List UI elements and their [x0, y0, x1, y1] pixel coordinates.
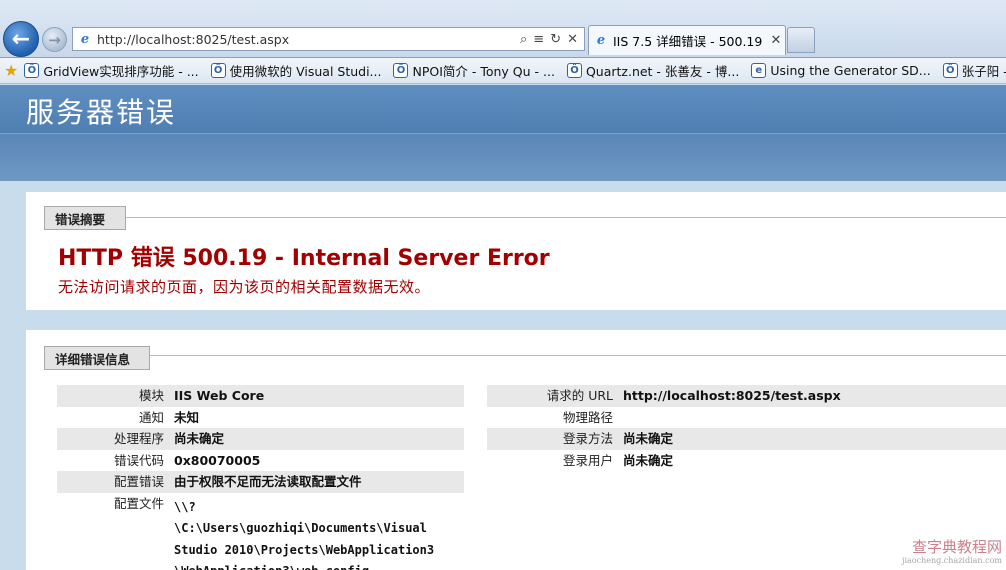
table-row: 登录方法 尚未确定: [487, 428, 1006, 450]
favorite-item[interactable]: Ö NPOI简介 - Tony Qu - ...: [393, 61, 555, 80]
new-tab-button[interactable]: [787, 27, 815, 53]
refresh-icon[interactable]: ↻: [550, 32, 561, 47]
blog-icon: Ö: [210, 63, 226, 78]
blog-icon: Ö: [566, 63, 582, 78]
header-band: [0, 133, 1006, 181]
page-icon: e: [80, 31, 90, 47]
favorite-item[interactable]: Ö GridView实现排序功能 - ...: [24, 61, 199, 80]
error-summary-panel: 错误摘要 HTTP 错误 500.19 - Internal Server Er…: [26, 192, 1006, 310]
forward-button[interactable]: →: [42, 27, 67, 52]
table-row: 登录用户 尚未确定: [562, 452, 674, 468]
details-table-left: 模块 IIS Web Core 通知 未知 处理程序 尚未确定 错误代码 0x80070…: [57, 385, 464, 570]
details-legend: 详细错误信息: [44, 346, 150, 370]
table-row: 处理程序 尚未确定: [57, 428, 464, 450]
page-title: 服务器错误: [26, 96, 177, 129]
search-icon[interactable]: ⌕: [520, 32, 527, 47]
address-bar[interactable]: e http://localhost:8025/test.aspx ⌕ ≡ ↻ …: [72, 27, 585, 51]
error-title: HTTP 错误 500.19 - Internal Server Error: [58, 246, 550, 271]
tab-close-icon[interactable]: ✕: [767, 33, 785, 48]
table-row: 错误代码 0x80070005: [113, 452, 261, 468]
table-row: 配置文件 \\? \C:\Users\guozhiqi\Documents\Vis…: [57, 493, 464, 570]
blog-icon: Ö: [24, 63, 40, 78]
divider: [44, 217, 1006, 218]
compat-view-icon[interactable]: ≡: [533, 32, 544, 47]
blog-icon: Ö: [942, 63, 958, 78]
table-row: 请求的 URL http://localhost:8025/test.aspx: [487, 385, 1006, 407]
address-text[interactable]: http://localhost:8025/test.aspx: [97, 32, 520, 47]
details-table-right: 请求的 URL http://localhost:8025/test.aspx 物…: [487, 385, 1006, 471]
favorites-bar: ★ Ö GridView实现排序功能 - ... Ö 使用微软的 Visual St…: [0, 58, 1006, 84]
table-row: 模块 IIS Web Core: [57, 385, 464, 407]
config-file-path: \\? \C:\Users\guozhiqi\Documents\Visual …: [174, 499, 435, 570]
summary-legend: 错误摘要: [44, 206, 126, 230]
tab-page-icon: e: [596, 33, 606, 48]
error-details-panel: 详细错误信息 模块 IIS Web Core 通知 未知 处理程序 尚未确定 错误代码…: [26, 330, 1006, 570]
favorite-item[interactable]: e Using the Generator SD...: [751, 63, 931, 78]
stop-icon[interactable]: ✕: [567, 32, 578, 47]
back-button[interactable]: ←: [3, 21, 39, 57]
favorite-item[interactable]: Ö Quartz.net - 张善友 - 博...: [566, 61, 739, 80]
favorites-star-icon[interactable]: ★: [4, 61, 18, 80]
table-row: 配置错误 由于权限不足而无法读取配置文件: [57, 471, 464, 493]
browser-toolbar: ← → e http://localhost:8025/test.aspx ⌕ …: [0, 0, 1006, 58]
watermark: 查字典教程网 jiaocheng.chazidian.com: [901, 538, 1002, 566]
tab-active[interactable]: e IIS 7.5 详细错误 - 500.19 ... ✕: [588, 25, 786, 55]
divider: [44, 355, 1006, 356]
favorite-item[interactable]: Ö张子阳 - 个人空: [942, 61, 1006, 80]
favorite-item[interactable]: Ö 使用微软的 Visual Studi...: [210, 61, 381, 80]
ie-icon: e: [751, 63, 767, 78]
blog-icon: Ö: [393, 63, 409, 78]
forward-arrow-icon: →: [48, 30, 61, 49]
back-arrow-icon: ←: [11, 26, 31, 52]
table-row: 通知 未知: [138, 409, 200, 425]
page-header: 服务器错误: [0, 85, 1006, 133]
table-row: 物理路径: [562, 409, 613, 425]
tab-title: IIS 7.5 详细错误 - 500.19 ...: [613, 34, 767, 49]
error-description: 无法访问请求的页面，因为该页的相关配置数据无效。: [58, 278, 431, 296]
